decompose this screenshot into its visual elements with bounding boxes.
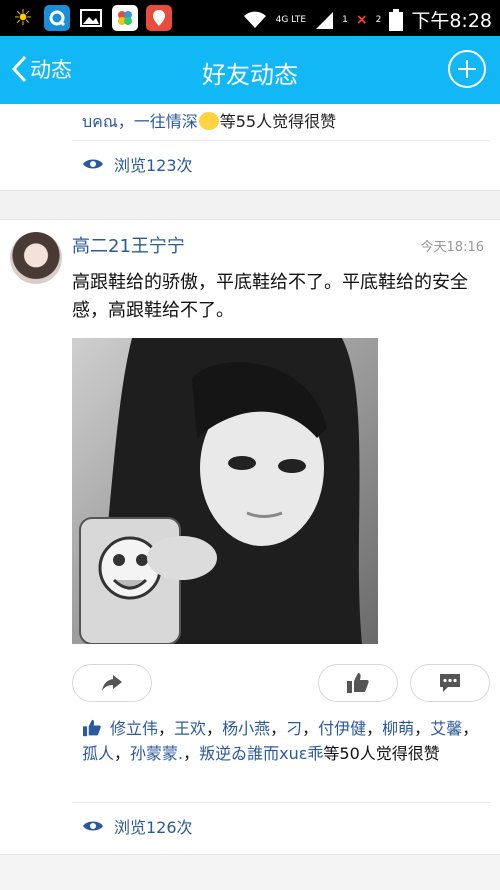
- divider: [72, 802, 490, 803]
- liker-name[interactable]: 柳萌: [382, 719, 414, 738]
- sun-icon: ☀: [13, 5, 33, 31]
- qq-icon: [44, 5, 70, 31]
- battery-icon: [389, 8, 404, 31]
- liker-name[interactable]: 叛逆ゐ誰而xuɛ乖: [199, 744, 323, 763]
- share-icon: [102, 675, 122, 691]
- liker-name[interactable]: 艾馨: [430, 719, 462, 738]
- post-views-label: 浏览126次: [114, 818, 193, 837]
- thumb-up-icon: [83, 719, 101, 737]
- likes-list: 修立伟，王欢，杨小燕，刁，付伊健，柳萌，艾馨，孤人，孙蒙蒙.，叛逆ゐ誰而xuɛ乖…: [82, 719, 479, 763]
- liker-name[interactable]: 修立伟: [110, 719, 158, 738]
- prev-likes-line: บคณ，一往情深 等55人觉得很赞: [82, 108, 336, 135]
- prev-likes-suffix: 等55人觉得很赞: [219, 112, 337, 131]
- post-time: 今天18:16: [420, 240, 484, 255]
- likes-suffix: 等50人觉得很赞: [323, 744, 440, 763]
- nav-bar: 动态 好友动态: [0, 36, 500, 104]
- eye-icon: [83, 821, 103, 831]
- liker-name[interactable]: 杨小燕: [222, 719, 270, 738]
- prev-views: 浏览123次: [82, 152, 193, 176]
- sim2-mark: ×: [355, 11, 368, 28]
- prev-views-label: 浏览123次: [114, 156, 193, 175]
- liker-name[interactable]: 孤人: [82, 744, 114, 763]
- wifi-icon: [243, 11, 266, 28]
- sim2-label: 2: [375, 14, 382, 25]
- gallery-icon: [78, 5, 104, 31]
- comment-icon: [440, 674, 460, 692]
- thumb-up-icon: [347, 673, 369, 693]
- post-photo[interactable]: [72, 338, 378, 644]
- share-button[interactable]: [72, 664, 152, 702]
- liker-name[interactable]: 王欢: [174, 719, 206, 738]
- page-title: 好友动态: [202, 61, 298, 89]
- like-button[interactable]: [318, 664, 398, 702]
- sim1-label: 1: [342, 14, 348, 25]
- post-text: 高跟鞋给的骄傲，平底鞋给不了。平底鞋给的安全感，高跟鞋给不了。: [72, 272, 468, 321]
- add-button[interactable]: [448, 50, 486, 88]
- emoji-icon: [198, 112, 219, 130]
- divider: [72, 140, 490, 141]
- eye-icon: [83, 159, 103, 169]
- post-actions: [72, 664, 490, 704]
- signal-icon: [316, 11, 334, 29]
- author-name[interactable]: 高二21王宁宁: [72, 232, 185, 258]
- next-post-separator: [0, 854, 500, 890]
- post-separator: [0, 190, 500, 220]
- liker-name[interactable]: 刁: [286, 719, 302, 738]
- liker-name[interactable]: 付伊健: [318, 719, 366, 738]
- post-views: 浏览126次: [82, 814, 193, 838]
- comment-button[interactable]: [410, 664, 490, 702]
- clock: 下午8:28: [411, 10, 492, 32]
- prev-likers[interactable]: บคณ，一往情深: [82, 112, 198, 131]
- cloud-icon: [112, 5, 138, 31]
- liker-name[interactable]: 孙蒙蒙.: [130, 744, 183, 763]
- network-label: 4G LTE: [275, 14, 307, 25]
- avatar[interactable]: [10, 232, 62, 284]
- map-icon: [146, 5, 172, 31]
- status-bar: ☀ 4G LTE 1 × 2 下午8:28: [0, 0, 500, 36]
